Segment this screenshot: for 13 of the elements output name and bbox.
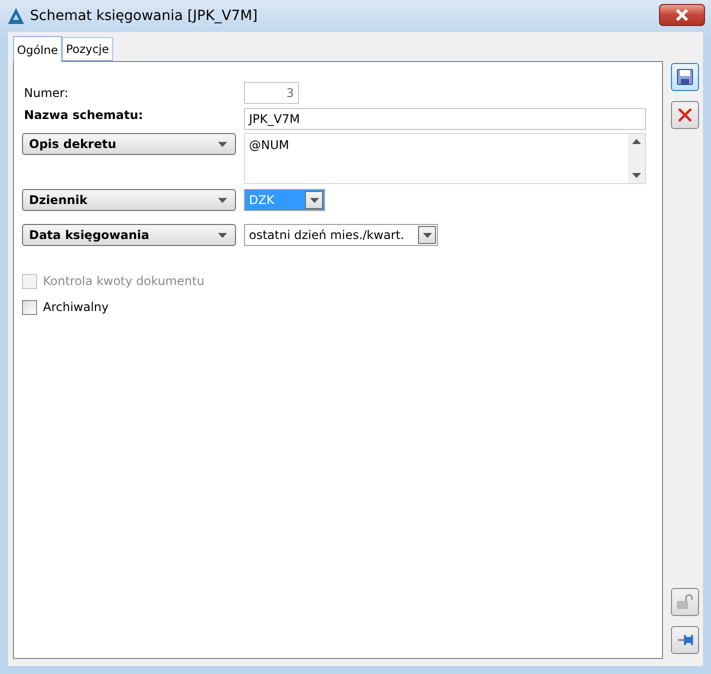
date-combo[interactable]: ostatni dzień mies./kwart. bbox=[244, 224, 438, 246]
name-field[interactable]: JPK_V7M bbox=[244, 108, 646, 130]
tab[interactable]: Pozycje bbox=[62, 37, 113, 61]
field-label: Numer: bbox=[23, 85, 70, 102]
field-label: Nazwa schematu: bbox=[23, 108, 144, 122]
dropdown-button[interactable]: Opis dekretu bbox=[22, 133, 236, 155]
dropdown-button[interactable]: Dziennik bbox=[22, 189, 236, 211]
checkbox-label: Archiwalny bbox=[43, 300, 109, 314]
tab[interactable]: Ogólne bbox=[13, 36, 62, 62]
checkbox-label: Kontrola kwoty dokumentu bbox=[43, 274, 204, 288]
text-area[interactable]: @NUM bbox=[244, 133, 646, 184]
dropdown-button[interactable]: Data księgowania bbox=[22, 224, 236, 246]
window-title: Schemat księgowania [JPK_V7M] bbox=[30, 8, 258, 24]
